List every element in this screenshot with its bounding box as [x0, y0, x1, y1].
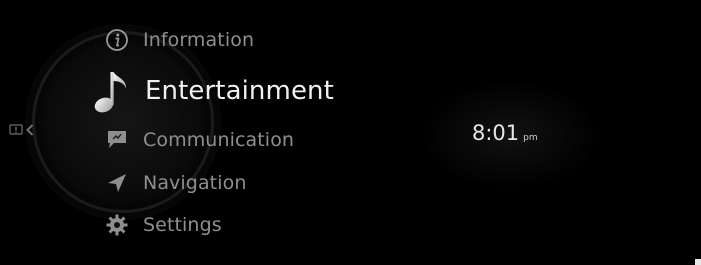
side-panel-handle[interactable] — [9, 124, 43, 140]
music-note-icon — [92, 69, 132, 113]
menu-item-information[interactable]: Information — [103, 26, 254, 54]
menu-item-label: Communication — [143, 129, 295, 151]
clock-time: 8:01 — [472, 121, 520, 145]
navigation-arrow-icon — [103, 169, 131, 197]
clock: 8:01 pm — [472, 121, 538, 145]
chevron-left-icon — [26, 123, 34, 141]
clock-period: pm — [523, 133, 538, 143]
info-icon — [103, 26, 131, 54]
menu-item-label: Information — [143, 29, 255, 51]
chat-bubble-icon — [103, 126, 131, 154]
infotainment-home-screen: Information Entertainment Communication … — [0, 0, 701, 265]
menu-item-navigation[interactable]: Navigation — [103, 169, 246, 197]
menu-item-settings[interactable]: Settings — [103, 211, 222, 239]
menu-item-communication[interactable]: Communication — [103, 126, 294, 154]
gear-icon — [103, 211, 131, 239]
corner-marker — [695, 259, 701, 265]
notification-card-icon — [9, 123, 23, 141]
menu-item-label: Entertainment — [145, 76, 334, 106]
menu-item-label: Settings — [143, 214, 222, 236]
menu-item-label: Navigation — [143, 172, 247, 194]
menu-item-entertainment[interactable]: Entertainment — [92, 69, 334, 113]
